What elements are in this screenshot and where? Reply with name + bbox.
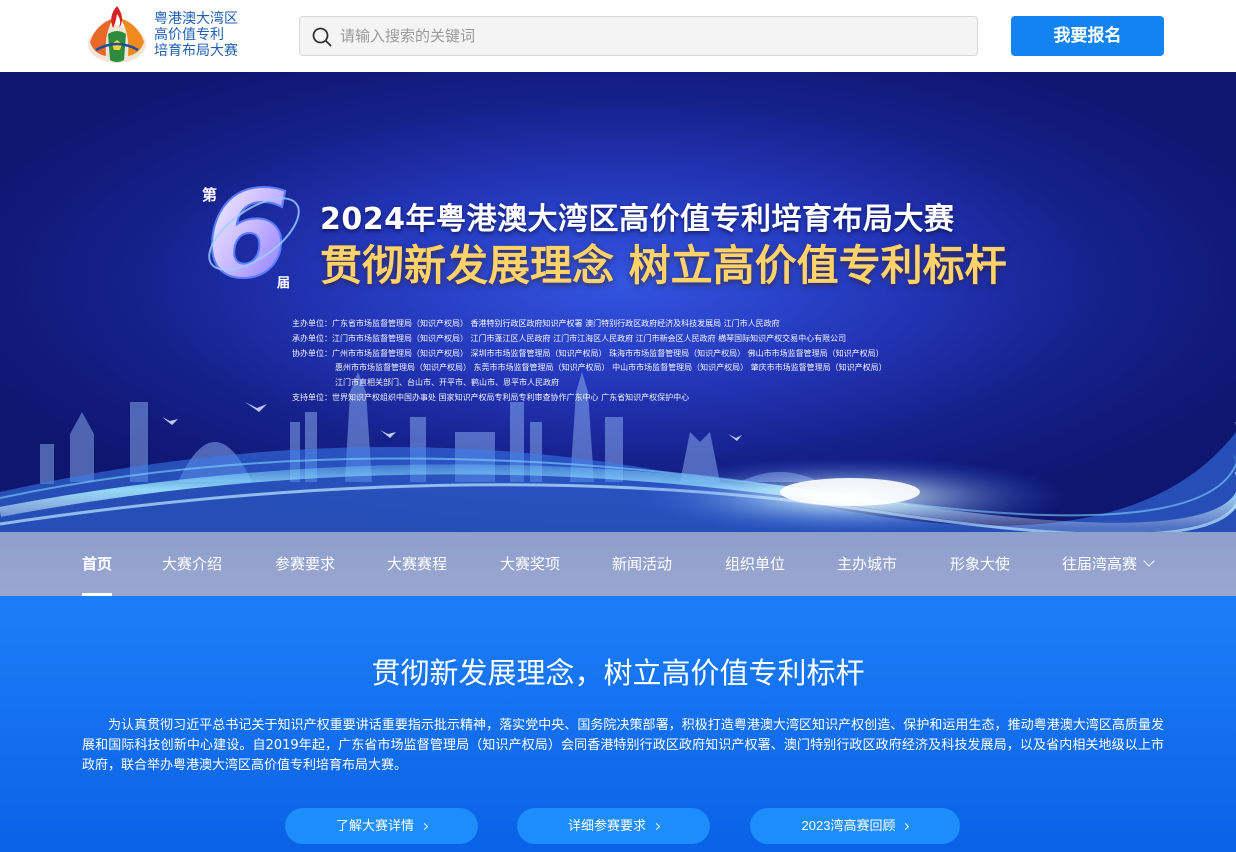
- main-nav: 首页 大赛介绍 参赛要求 大赛赛程 大赛奖项 新闻活动 组织单位 主办城市 形象…: [0, 532, 1236, 596]
- site-header: 粤港澳大湾区 高价值专利 培育布局大赛 我要报名: [0, 0, 1236, 72]
- nav-item-ambassadors[interactable]: 形象大使: [950, 532, 1010, 596]
- nav-item-schedule[interactable]: 大赛赛程: [387, 532, 447, 596]
- learn-details-label: 了解大赛详情: [335, 818, 414, 833]
- site-logo[interactable]: 粤港澳大湾区 高价值专利 培育布局大赛: [86, 4, 256, 64]
- organizers-list: 主办单位：广东省市场监督管理局（知识产权局） 香港特别行政区政府知识产权署 澳门…: [292, 317, 972, 406]
- chevron-right-icon: [420, 822, 429, 831]
- requirements-details-button[interactable]: 详细参赛要求: [517, 808, 710, 844]
- learn-details-button[interactable]: 了解大赛详情: [285, 808, 478, 844]
- intro-heading: 贯彻新发展理念，树立高价值专利标杆: [371, 656, 865, 690]
- edition-suffix: 届: [277, 276, 291, 291]
- search-input[interactable]: [340, 17, 960, 55]
- chevron-down-icon: [1143, 555, 1155, 567]
- signup-button[interactable]: 我要报名: [1011, 16, 1164, 56]
- requirements-details-label: 详细参赛要求: [567, 818, 646, 833]
- intro-section: 贯彻新发展理念，树立高价值专利标杆 为认真贯彻习近平总书记关于知识产权重要讲话重…: [0, 596, 1236, 852]
- search-box: [299, 16, 978, 56]
- nav-item-news[interactable]: 新闻活动: [612, 532, 672, 596]
- organizer-line: 惠州市市场监督管理局（知识产权局） 东莞市市场监督管理局（知识产权局） 中山市市…: [335, 363, 887, 373]
- nav-item-home[interactable]: 首页: [82, 532, 113, 596]
- logo-line-1: 粤港澳大湾区: [154, 11, 238, 27]
- banner-slogan: 贯彻新发展理念 树立高价值专利标杆: [320, 241, 1007, 290]
- intro-paragraph: 为认真贯彻习近平总书记关于知识产权重要讲话重要指示批示精神，落实党中央、国务院决…: [82, 718, 1164, 773]
- search-icon[interactable]: [312, 27, 332, 47]
- organizer-line: 主办单位：广东省市场监督管理局（知识产权局） 香港特别行政区政府知识产权署 澳门…: [292, 319, 780, 328]
- review-2023-button[interactable]: 2023湾高赛回顾: [750, 808, 960, 844]
- chevron-right-icon: [902, 822, 910, 831]
- nav-item-past-editions-label: 往届湾高赛: [1062, 555, 1138, 573]
- hero-banner: 第 6 届 2024年粤港澳大湾区高价值专利培育布局大赛 贯彻新发展理念 树立高…: [0, 72, 1236, 532]
- logo-text: 粤港澳大湾区 高价值专利 培育布局大赛: [154, 11, 258, 59]
- organizer-line: 支持单位：世界知识产权组织中国办事处 国家知识产权局专利局专利审查协作广东中心 …: [292, 392, 690, 402]
- organizer-line: 承办单位：江门市市场监督管理局（知识产权局） 江门市蓬江区人民政府 江门市江海区…: [292, 333, 847, 343]
- organizer-line: 江门市直相关部门、台山市、开平市、鹤山市、恩平市人民政府: [335, 378, 559, 388]
- nav-item-awards[interactable]: 大赛奖项: [500, 532, 560, 596]
- torch-logo-icon: [88, 6, 146, 63]
- banner-artwork: [0, 372, 1236, 532]
- nav-item-about[interactable]: 大赛介绍: [162, 532, 222, 596]
- edition-number-graphic: 6: [205, 165, 300, 294]
- review-2023-label: 2023湾高赛回顾: [801, 818, 896, 833]
- nav-item-host-cities[interactable]: 主办城市: [837, 532, 897, 596]
- nav-item-organizers[interactable]: 组织单位: [725, 532, 785, 596]
- nav-item-requirements[interactable]: 参赛要求: [275, 532, 335, 596]
- nav-item-past-editions[interactable]: 往届湾高赛: [1062, 532, 1155, 596]
- logo-line-3: 培育布局大赛: [154, 43, 238, 59]
- organizer-line: 协办单位：广州市市场监督管理局（知识产权局） 深圳市市场监督管理局（知识产权局）…: [292, 348, 884, 358]
- logo-line-2: 高价值专利: [154, 27, 224, 43]
- chevron-right-icon: [652, 822, 661, 831]
